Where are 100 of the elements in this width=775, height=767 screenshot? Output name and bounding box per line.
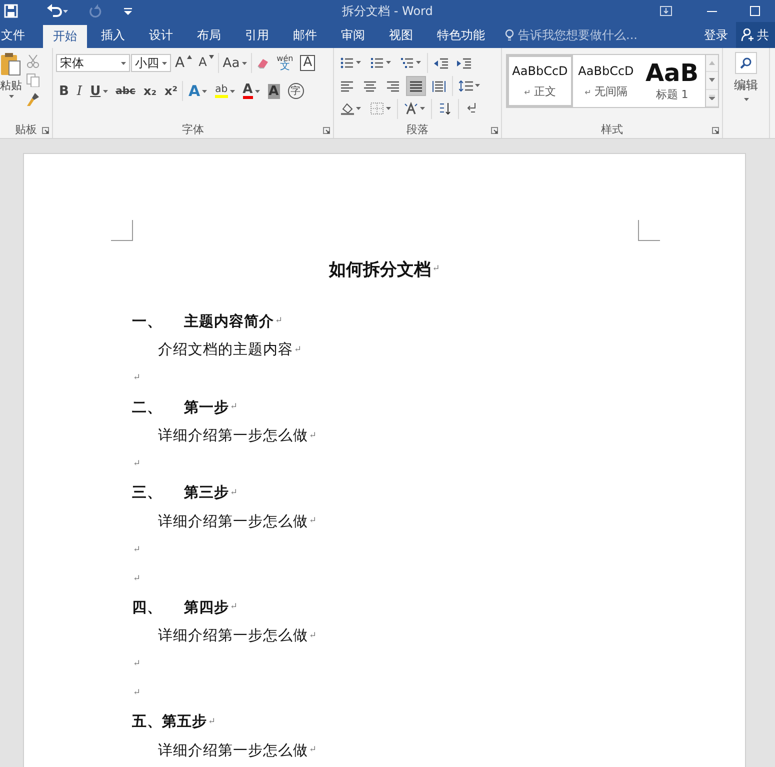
style-gallery-item[interactable]: AaB 标题 1 — [639, 55, 705, 107]
ribbon-tab[interactable]: 开始 — [43, 25, 87, 48]
paragraph-mark: ↵ — [309, 745, 317, 756]
justify-icon — [409, 80, 423, 92]
bold-button[interactable]: B — [56, 81, 72, 101]
caret-icon — [8, 95, 14, 98]
paragraph-mark: ↵ — [133, 373, 141, 384]
caret-icon — [242, 62, 247, 64]
caret-icon — [162, 62, 167, 64]
paragraph-mark: ↵ — [309, 516, 317, 526]
italic-button[interactable]: I — [74, 81, 86, 101]
tell-me-field[interactable]: 告诉我您想要做什么... — [505, 22, 638, 48]
ribbon-tab[interactable]: 审阅 — [331, 22, 375, 48]
caret-icon — [386, 61, 391, 64]
align-center-icon — [363, 80, 377, 92]
grow-font-button[interactable]: A — [172, 53, 195, 73]
body-text: 详细介绍第一步怎么做 — [158, 742, 308, 760]
paragraph-mark: ↵ — [230, 488, 238, 498]
scissors-icon[interactable] — [26, 54, 40, 68]
dialog-launcher-icon[interactable] — [42, 127, 49, 134]
dialog-launcher-icon[interactable] — [712, 127, 719, 134]
subscript-button[interactable]: x₂ — [140, 81, 160, 101]
paste-button[interactable]: 粘贴 — [0, 52, 22, 121]
ribbon-display-icon[interactable] — [660, 6, 672, 16]
style-gallery-item[interactable]: AaBbCcD ↵ 正文 — [507, 55, 573, 107]
caret-icon — [230, 90, 235, 92]
align-button[interactable] — [406, 76, 426, 96]
eraser-icon — [256, 57, 270, 69]
brush-icon[interactable] — [26, 92, 40, 106]
heading-text: 主题内容简介 — [184, 312, 274, 331]
maximize-icon[interactable] — [750, 6, 760, 16]
shrink-font-button[interactable]: A — [196, 53, 217, 73]
dialog-launcher-icon[interactable] — [491, 127, 498, 134]
search-icon — [740, 57, 752, 69]
paragraph-mark: ↵ — [309, 430, 317, 441]
change-case-button[interactable]: Aa — [220, 53, 250, 73]
editing-button[interactable]: 编辑 — [734, 77, 758, 101]
ribbon-tab[interactable]: 邮件 — [283, 22, 327, 48]
find-button[interactable] — [735, 52, 757, 74]
style-gallery-item[interactable]: AaBbCcD ↵ 无间隔 — [573, 55, 639, 107]
caret-icon — [356, 61, 361, 64]
paragraph-mark: ↵ — [133, 459, 141, 470]
bullet-list-icon — [340, 56, 354, 68]
font-color-button[interactable]: A — [240, 81, 263, 101]
underline-button[interactable]: U — [87, 81, 111, 101]
paragraph-mark: ↵ — [133, 659, 141, 670]
window-title: 拆分文档 - Word — [341, 2, 434, 20]
group-label: 段落 — [406, 122, 428, 137]
caret-icon — [420, 107, 425, 110]
sign-in-link[interactable]: 登录 — [704, 22, 728, 48]
save-icon[interactable] — [4, 4, 18, 18]
highlight-button[interactable]: ab — [212, 81, 238, 101]
ribbon-tab[interactable]: 特色功能 — [427, 22, 495, 48]
font-name-field[interactable]: 宋体 — [56, 54, 130, 72]
dialog-launcher-icon[interactable] — [323, 127, 330, 134]
ribbon-tab[interactable]: 设计 — [139, 22, 183, 48]
grow-arrow-icon — [186, 55, 192, 59]
paragraph-mark: ↵ — [432, 264, 440, 274]
caret-icon — [356, 107, 361, 110]
margin-corner-mark — [638, 220, 660, 241]
caret-icon — [416, 61, 421, 64]
customize-icon[interactable] — [124, 7, 132, 15]
ribbon-tab[interactable]: 文件 — [0, 22, 25, 48]
document-page[interactable]: 如何拆分文档↵ 一、 主题内容简介↵ 介绍文档的主题内容↵ ↵ 二、 第一步↵ 详细介绍第一步怎么做↵ ↵ 三、 第三步↵ 详细介绍第一步怎么做↵ ↵ ↵ 四、 第四步↵ 详细介绍第一步怎么做↵ ↵ ↵ 五、第五步↵ 详细介绍第一步怎么做↵ — [23, 153, 746, 767]
borders-icon — [370, 102, 384, 115]
heading-number: 二、 — [132, 398, 163, 417]
margin-corner-mark — [111, 220, 133, 241]
phonetic-guide-button[interactable]: wén 文 — [274, 53, 296, 73]
paragraph-mark: ↵ — [275, 316, 283, 326]
group-label: 字体 — [182, 122, 204, 137]
heading-text: 五、第五步 — [132, 712, 207, 732]
shading-icon — [340, 102, 354, 115]
text-effects-button[interactable]: A — [185, 80, 210, 102]
ribbon-tab[interactable]: 插入 — [91, 22, 135, 48]
scroll-down-icon[interactable] — [709, 78, 715, 83]
paragraph-mark: ↵ — [309, 630, 317, 641]
heading-text: 第四步 — [184, 598, 229, 617]
decrease-indent-icon — [434, 56, 448, 68]
align-right-icon — [386, 80, 400, 92]
multilevel-list-icon — [400, 56, 414, 68]
paragraph-mark: ↵ — [294, 344, 302, 355]
body-text: 详细介绍第一步怎么做 — [158, 426, 308, 446]
heading-number: 三、 — [132, 483, 163, 502]
strikethrough-button[interactable]: abc — [112, 81, 138, 101]
lightbulb-icon — [505, 28, 514, 42]
more-styles-icon[interactable] — [709, 95, 715, 100]
heading-number: 四、 — [132, 598, 163, 617]
font-size-field[interactable]: 小四 — [131, 54, 171, 72]
share-button[interactable]: 共 — [736, 22, 775, 48]
heading-text: 第一步 — [184, 398, 229, 417]
caret-icon — [744, 98, 748, 101]
paragraph-mark: ↵ — [230, 402, 238, 412]
undo-icon[interactable] — [46, 4, 70, 18]
ribbon-tab[interactable]: 视图 — [379, 22, 423, 48]
ribbon-tab[interactable]: 引用 — [235, 22, 279, 48]
superscript-button[interactable]: x² — [161, 81, 180, 101]
paragraph-mark: ↵ — [230, 602, 238, 612]
heading-text: 第三步 — [184, 483, 229, 502]
ribbon-tab[interactable]: 布局 — [187, 22, 231, 48]
person-add-icon — [741, 28, 754, 42]
